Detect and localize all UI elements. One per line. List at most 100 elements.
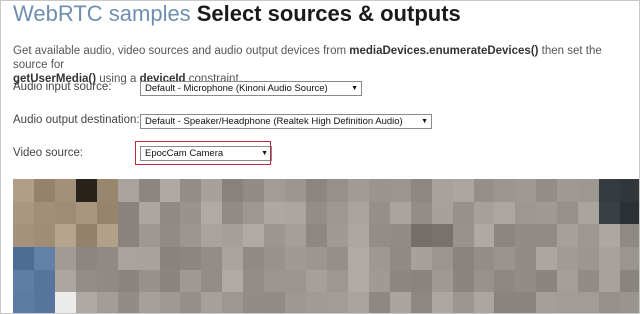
video-pixel bbox=[306, 224, 327, 248]
video-pixel bbox=[201, 292, 223, 313]
video-pixel bbox=[452, 269, 474, 293]
video-pixel bbox=[578, 201, 600, 225]
video-pixel bbox=[494, 201, 516, 225]
dropdown-arrow-icon: ▼ bbox=[351, 85, 358, 92]
video-pixel bbox=[326, 292, 348, 313]
desc-api-enumerate: mediaDevices.enumerateDevices() bbox=[349, 45, 539, 57]
video-pixel bbox=[431, 292, 453, 313]
video-pixel bbox=[138, 224, 160, 248]
video-pixel bbox=[452, 201, 474, 225]
highlight-box bbox=[135, 141, 271, 165]
video-pixel bbox=[368, 247, 390, 270]
video-pixel bbox=[578, 179, 600, 202]
video-pixel bbox=[410, 224, 432, 248]
video-pixel bbox=[285, 201, 307, 225]
video-pixel bbox=[536, 179, 558, 202]
video-pixel bbox=[54, 247, 76, 270]
video-pixel bbox=[285, 224, 307, 248]
video-pixel bbox=[306, 292, 327, 313]
video-pixel bbox=[201, 179, 223, 202]
video-pixel bbox=[494, 292, 516, 313]
video-pixel bbox=[54, 179, 76, 202]
video-pixel bbox=[347, 269, 369, 293]
audio-input-select[interactable]: Default - Microphone (Kinoni Audio Sourc… bbox=[140, 81, 362, 96]
video-pixel bbox=[33, 292, 55, 313]
video-pixel bbox=[389, 247, 411, 270]
video-pixel bbox=[96, 224, 118, 248]
video-pixel bbox=[201, 224, 223, 248]
video-pixel bbox=[326, 269, 348, 293]
video-pixel bbox=[599, 269, 621, 293]
video-pixel bbox=[264, 269, 286, 293]
video-pixel bbox=[536, 269, 558, 293]
video-pixel bbox=[389, 201, 411, 225]
video-pixel bbox=[264, 247, 286, 270]
video-pixel bbox=[431, 247, 453, 270]
video-pixel bbox=[33, 247, 55, 270]
video-pixel bbox=[306, 269, 327, 293]
video-pixel bbox=[473, 269, 495, 293]
video-pixel bbox=[285, 292, 307, 313]
video-pixel bbox=[431, 201, 453, 225]
video-pixel bbox=[620, 179, 639, 202]
video-pixel bbox=[557, 179, 579, 202]
video-pixel bbox=[180, 201, 202, 225]
video-pixel bbox=[347, 292, 369, 313]
video-pixel bbox=[494, 224, 516, 248]
video-pixel bbox=[515, 224, 537, 248]
video-pixel bbox=[33, 201, 55, 225]
video-pixel bbox=[410, 269, 432, 293]
video-pixel bbox=[138, 247, 160, 270]
samples-home-link[interactable]: WebRTC samples bbox=[13, 1, 191, 26]
video-pixel bbox=[117, 201, 139, 225]
video-pixel bbox=[515, 179, 537, 202]
video-pixel bbox=[243, 247, 265, 270]
video-pixel bbox=[515, 292, 537, 313]
video-pixel bbox=[264, 179, 286, 202]
video-pixel bbox=[13, 179, 34, 202]
video-pixel bbox=[306, 179, 327, 202]
video-pixel bbox=[264, 224, 286, 248]
video-pixel bbox=[201, 247, 223, 270]
video-pixel bbox=[326, 201, 348, 225]
video-pixel bbox=[347, 179, 369, 202]
video-pixel bbox=[536, 224, 558, 248]
video-pixel bbox=[452, 292, 474, 313]
video-pixel bbox=[13, 269, 34, 293]
video-pixel bbox=[515, 269, 537, 293]
audio-output-select[interactable]: Default - Speaker/Headphone (Realtek Hig… bbox=[140, 114, 432, 129]
video-pixel bbox=[243, 224, 265, 248]
video-pixel bbox=[326, 179, 348, 202]
video-pixel bbox=[431, 224, 453, 248]
video-pixel bbox=[180, 224, 202, 248]
video-pixel bbox=[33, 269, 55, 293]
video-pixel bbox=[54, 292, 76, 313]
video-pixel bbox=[159, 179, 181, 202]
video-pixel bbox=[159, 292, 181, 313]
video-pixel bbox=[431, 179, 453, 202]
video-pixel bbox=[243, 179, 265, 202]
video-pixel bbox=[159, 201, 181, 225]
video-pixel bbox=[285, 247, 307, 270]
video-pixel bbox=[180, 179, 202, 202]
video-pixel bbox=[326, 224, 348, 248]
page-frame: WebRTC samples Select sources & outputs G… bbox=[0, 0, 640, 314]
video-pixel bbox=[54, 201, 76, 225]
video-pixel bbox=[620, 269, 639, 293]
video-pixel bbox=[599, 292, 621, 313]
video-pixel bbox=[557, 269, 579, 293]
video-pixel bbox=[13, 247, 34, 270]
video-pixel bbox=[368, 224, 390, 248]
video-pixel bbox=[452, 224, 474, 248]
video-pixel bbox=[306, 247, 327, 270]
video-pixel bbox=[201, 201, 223, 225]
video-pixel bbox=[557, 292, 579, 313]
video-pixel bbox=[222, 269, 244, 293]
video-pixel bbox=[243, 292, 265, 313]
desc-text-1: Get available audio, video sources and a… bbox=[13, 45, 350, 57]
dropdown-arrow-icon: ▼ bbox=[421, 118, 428, 125]
video-pixel bbox=[368, 179, 390, 202]
video-pixel bbox=[599, 179, 621, 202]
video-pixel bbox=[117, 247, 139, 270]
video-pixel bbox=[473, 179, 495, 202]
